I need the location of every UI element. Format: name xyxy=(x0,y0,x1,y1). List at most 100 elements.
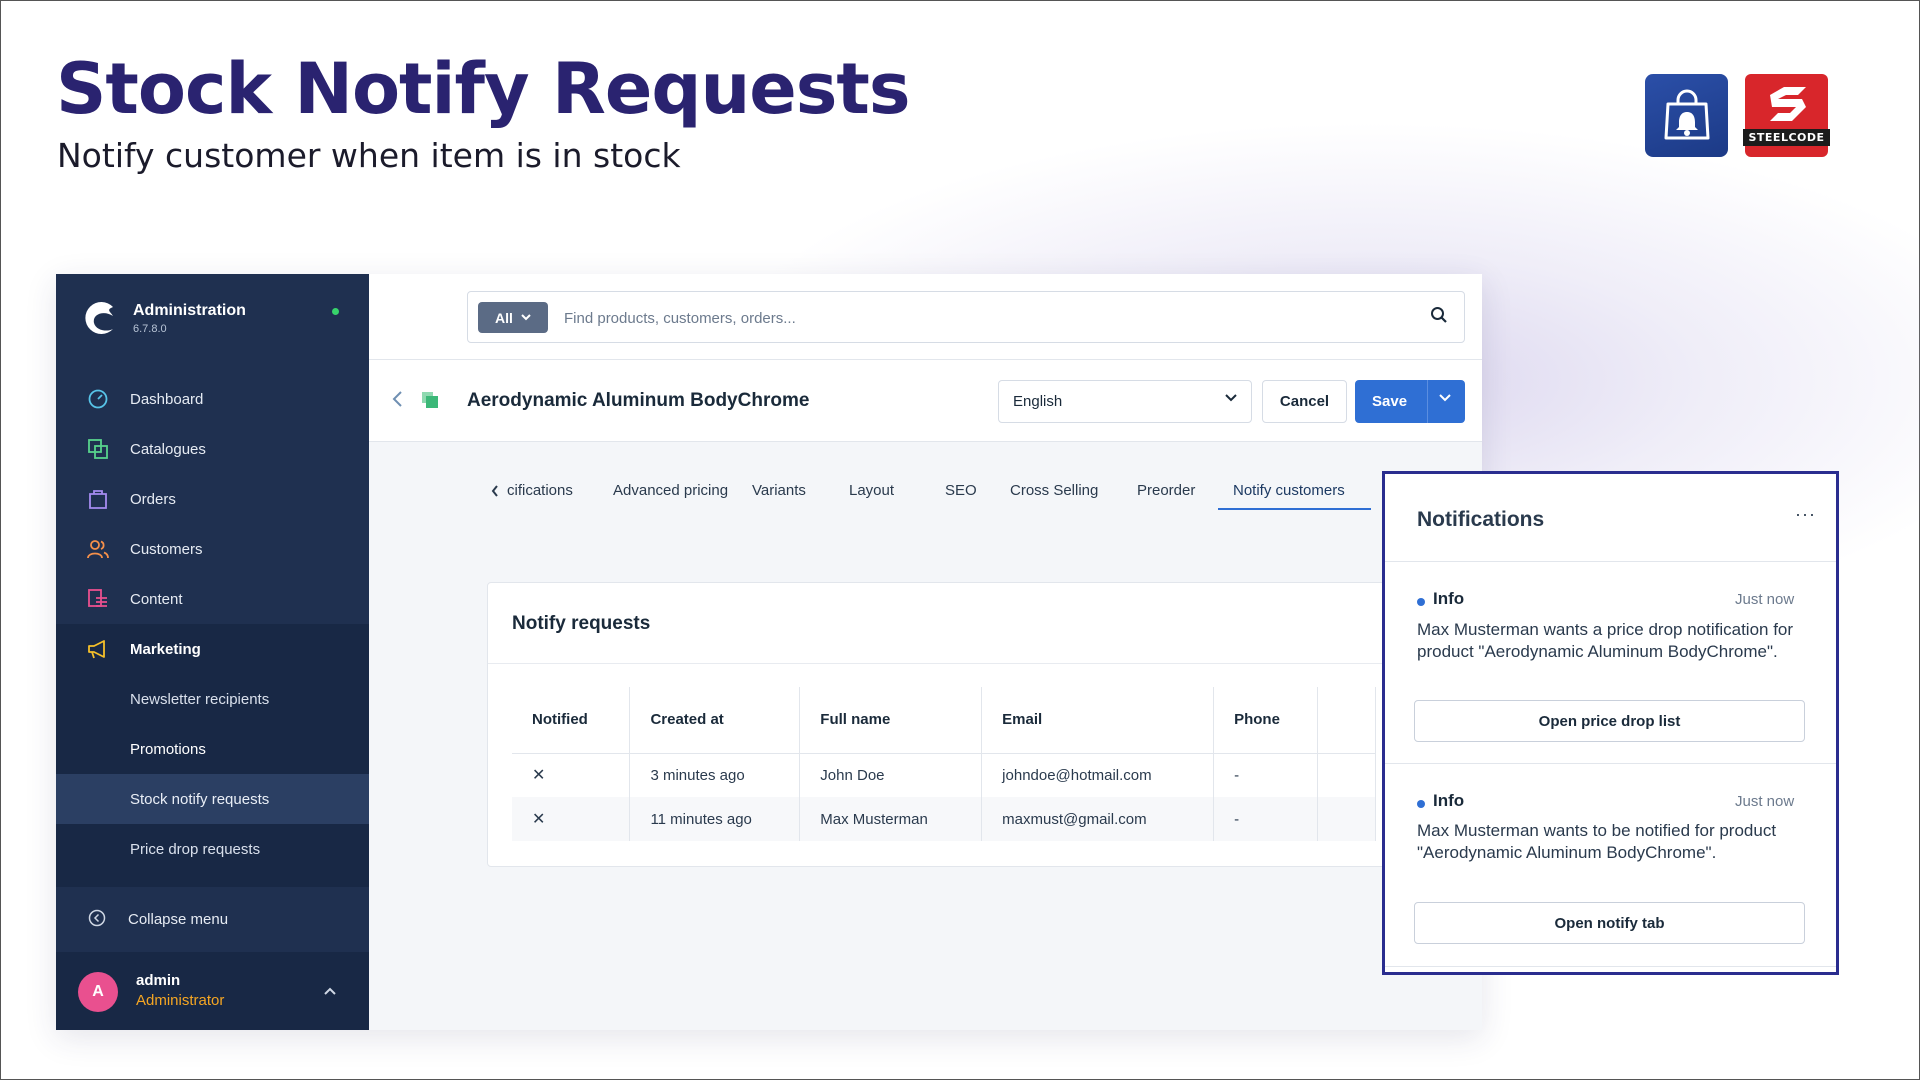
tab-cross-selling[interactable]: Cross Selling xyxy=(1010,482,1098,499)
chevron-down-icon xyxy=(1225,394,1237,402)
table-header-row: Notified Created at Full name Email Phon… xyxy=(512,687,1376,754)
orders-icon xyxy=(86,487,110,511)
notify-requests-card: Notify requests Notified Created at Full… xyxy=(487,582,1482,867)
actions-cell xyxy=(1317,797,1376,841)
column-header[interactable]: Phone xyxy=(1213,687,1319,754)
column-header[interactable]: Notified xyxy=(512,687,631,754)
status-dot xyxy=(332,308,339,315)
column-header[interactable]: Email xyxy=(981,687,1215,754)
column-header[interactable]: Created at xyxy=(629,687,801,754)
sidebar-divider xyxy=(56,874,369,886)
table-row[interactable]: ✕ 11 minutes ago Max Musterman maxmust@g… xyxy=(512,797,1376,841)
chevron-down-icon[interactable] xyxy=(1439,394,1451,402)
full-name-cell: John Doe xyxy=(799,753,983,797)
sidebar: Administration 6.7.8.0 Dashboard Catalog… xyxy=(56,274,369,1030)
active-tab-indicator xyxy=(1218,508,1371,510)
sidebar-subitem-label: Stock notify requests xyxy=(130,790,270,808)
tab-layout[interactable]: Layout xyxy=(849,482,894,499)
language-select[interactable]: English xyxy=(998,380,1252,423)
top-bar: All xyxy=(369,274,1482,360)
created-at-cell: 3 minutes ago xyxy=(629,753,801,797)
sidebar-subitem-price-drop-requests[interactable]: Price drop requests xyxy=(56,824,369,874)
steelcode-logo: STEELCODE xyxy=(1743,74,1830,157)
sidebar-subitem-label: Promotions xyxy=(130,740,206,758)
sidebar-item-label: Catalogues xyxy=(130,440,206,458)
search-scope-select[interactable]: All xyxy=(478,302,548,333)
column-header[interactable]: Full name xyxy=(799,687,983,754)
notification-item: Info Just now Max Musterman wants a pric… xyxy=(1385,562,1836,764)
tab-advanced-pricing[interactable]: Advanced pricing xyxy=(613,482,728,499)
sidebar-item-orders[interactable]: Orders xyxy=(56,474,369,524)
hero-title: Stock Notify Requests xyxy=(56,48,911,130)
created-at-cell: 11 minutes ago xyxy=(629,797,801,841)
notifications-panel: Notifications ··· Info Just now Max Must… xyxy=(1382,471,1839,975)
sidebar-subitem-promotions[interactable]: Promotions xyxy=(56,724,369,774)
search-scope-label: All xyxy=(495,309,513,326)
tab-variants[interactable]: Variants xyxy=(752,482,806,499)
chevron-up-icon[interactable] xyxy=(324,982,336,998)
shopware-logo-icon[interactable] xyxy=(80,298,120,338)
sidebar-item-label: Content xyxy=(130,590,183,608)
phone-cell: - xyxy=(1213,753,1319,797)
chevron-down-icon xyxy=(521,314,531,321)
steelcode-wordmark: STEELCODE xyxy=(1743,129,1830,146)
collapse-menu-button[interactable]: Collapse menu xyxy=(56,886,369,952)
column-header-extra xyxy=(1317,687,1376,754)
notifications-title: Notifications xyxy=(1417,508,1545,531)
sidebar-item-label: Orders xyxy=(130,490,176,508)
open-price-drop-list-button[interactable]: Open price drop list xyxy=(1414,700,1805,742)
notified-status-icon: ✕ xyxy=(512,753,631,797)
notification-type: Info xyxy=(1433,589,1465,608)
sidebar-item-label: Customers xyxy=(130,540,203,558)
search-icon[interactable] xyxy=(1430,306,1448,329)
catalogues-icon xyxy=(86,437,110,461)
customers-icon xyxy=(86,537,110,561)
card-divider xyxy=(488,663,1482,664)
tab-notify-customers[interactable]: Notify customers xyxy=(1233,482,1345,499)
table-row[interactable]: ✕ 3 minutes ago John Doe johndoe@hotmail… xyxy=(512,753,1376,797)
sidebar-item-content[interactable]: Content xyxy=(56,574,369,624)
save-split-divider xyxy=(1427,380,1428,423)
user-menu[interactable]: A admin Administrator xyxy=(56,952,369,1030)
email-cell: johndoe@hotmail.com xyxy=(981,753,1215,797)
product-copy-icon[interactable] xyxy=(421,391,439,414)
user-name: admin xyxy=(136,972,181,989)
avatar: A xyxy=(78,972,118,1012)
shopping-bag-bell-icon xyxy=(1645,74,1728,157)
main-content: All Aerodynamic Aluminum BodyChrome Engl… xyxy=(369,274,1482,1030)
back-arrow-icon[interactable] xyxy=(391,390,403,414)
sidebar-item-customers[interactable]: Customers xyxy=(56,524,369,574)
user-role: Administrator xyxy=(136,992,225,1009)
notification-message: Max Musterman wants to be notified for p… xyxy=(1417,821,1777,862)
more-options-icon[interactable]: ··· xyxy=(1795,504,1816,525)
hero-subtitle: Notify customer when item is in stock xyxy=(57,136,681,175)
save-button[interactable]: Save xyxy=(1355,380,1465,423)
cancel-button[interactable]: Cancel xyxy=(1262,380,1347,423)
page-title: Aerodynamic Aluminum BodyChrome xyxy=(467,390,810,411)
open-notify-tab-button[interactable]: Open notify tab xyxy=(1414,902,1805,944)
marketing-icon xyxy=(86,637,110,661)
save-button-label: Save xyxy=(1372,393,1408,410)
sidebar-item-label: Dashboard xyxy=(130,390,204,408)
tab-specifications[interactable]: cifications xyxy=(507,482,573,499)
notification-item: Info Just now Max Musterman wants to be … xyxy=(1385,764,1836,967)
sidebar-item-marketing[interactable]: Marketing xyxy=(56,624,369,674)
search-input[interactable] xyxy=(564,304,1384,332)
sidebar-item-catalogues[interactable]: Catalogues xyxy=(56,424,369,474)
tabs-scroll-left-icon[interactable] xyxy=(491,484,499,502)
notified-status-icon: ✕ xyxy=(512,797,631,841)
actions-cell xyxy=(1317,753,1376,797)
global-search: All xyxy=(467,291,1465,343)
sidebar-item-dashboard[interactable]: Dashboard xyxy=(56,374,369,424)
admin-window: Administration 6.7.8.0 Dashboard Catalog… xyxy=(56,274,1482,1030)
notify-requests-table: Notified Created at Full name Email Phon… xyxy=(512,687,1376,841)
sidebar-subitem-stock-notify-requests[interactable]: Stock notify requests xyxy=(56,774,369,824)
notification-time: Just now xyxy=(1735,591,1795,608)
notification-message: Max Musterman wants a price drop notific… xyxy=(1417,620,1794,661)
sidebar-item-label: Marketing xyxy=(130,640,201,658)
email-cell: maxmust@gmail.com xyxy=(981,797,1215,841)
tab-preorder[interactable]: Preorder xyxy=(1137,482,1195,499)
sidebar-subitem-newsletter-recipients[interactable]: Newsletter recipients xyxy=(56,674,369,724)
content-icon xyxy=(86,587,110,611)
tab-seo[interactable]: SEO xyxy=(945,482,977,499)
